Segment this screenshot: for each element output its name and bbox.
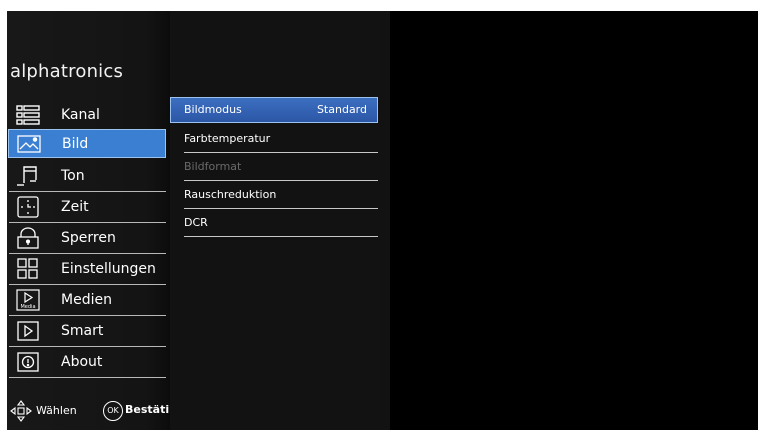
submenu-item-value: Standard [316,103,367,116]
menu-item-kanal[interactable]: Kanal [8,101,166,131]
menu-item-ton[interactable]: Ton [8,162,166,192]
navigate-hint: Wählen [36,404,77,417]
divider [184,180,378,181]
submenu-item-farbtemperatur[interactable]: Farbtemperatur [170,126,378,153]
menu-item-label: Smart [61,323,104,339]
clock-icon [16,196,40,218]
menu-item-label: Einstellungen [61,261,156,277]
menu-item-label: About [61,354,103,370]
main-menu-sidebar: alphatronics Kanal Bild Ton Zeit Sperren… [7,11,170,430]
brand-logo: alphatronics [10,61,124,82]
submenu-item-dcr[interactable]: DCR [170,210,378,237]
lock-icon [16,227,40,249]
picture-submenu: Bildmodus Standard Farbtemperatur Bildfo… [170,11,390,430]
submenu-item-label: DCR [184,216,208,229]
navigation-arrows-icon [10,400,32,422]
divider [9,253,166,254]
menu-item-medien[interactable]: Media Medien [8,286,166,316]
submenu-item-bildformat: Bildformat [170,154,378,181]
divider [9,191,166,192]
submenu-item-bildmodus[interactable]: Bildmodus Standard [170,97,378,123]
divider [9,377,166,378]
menu-item-label: Sperren [61,230,116,246]
channel-list-icon [16,104,40,126]
divider [184,208,378,209]
menu-item-label: Bild [62,136,89,152]
media-icon: Media [16,289,40,311]
menu-item-label: Ton [61,168,85,184]
divider [9,284,166,285]
submenu-item-label: Bildmodus [184,103,242,116]
music-note-icon [16,165,40,187]
submenu-item-label: Bildformat [184,160,242,173]
info-icon [16,351,40,373]
tv-screen: alphatronics Kanal Bild Ton Zeit Sperren… [7,11,758,430]
menu-item-label: Zeit [61,199,89,215]
divider [184,236,378,237]
footer-hints: Wählen OK Bestäti [10,399,170,423]
svg-text:Media: Media [20,304,35,310]
ok-button-icon: OK [103,401,123,421]
menu-item-label: Kanal [61,107,100,123]
submenu-item-label: Rauschreduktion [184,188,277,201]
menu-item-sperren[interactable]: Sperren [8,224,166,254]
settings-grid-icon [16,258,40,280]
submenu-item-label: Farbtemperatur [184,132,271,145]
play-icon [16,320,40,342]
divider [184,152,378,153]
submenu-item-rauschreduktion[interactable]: Rauschreduktion [170,182,378,209]
menu-item-about[interactable]: About [8,348,166,378]
divider [9,346,166,347]
menu-item-smart[interactable]: Smart [8,317,166,347]
menu-item-label: Medien [61,292,112,308]
divider [9,315,166,316]
confirm-hint: Bestäti [125,403,170,416]
menu-item-bild[interactable]: Bild [8,129,166,158]
menu-item-einstellungen[interactable]: Einstellungen [8,255,166,285]
picture-icon [17,133,41,155]
menu-item-zeit[interactable]: Zeit [8,193,166,223]
divider [9,222,166,223]
